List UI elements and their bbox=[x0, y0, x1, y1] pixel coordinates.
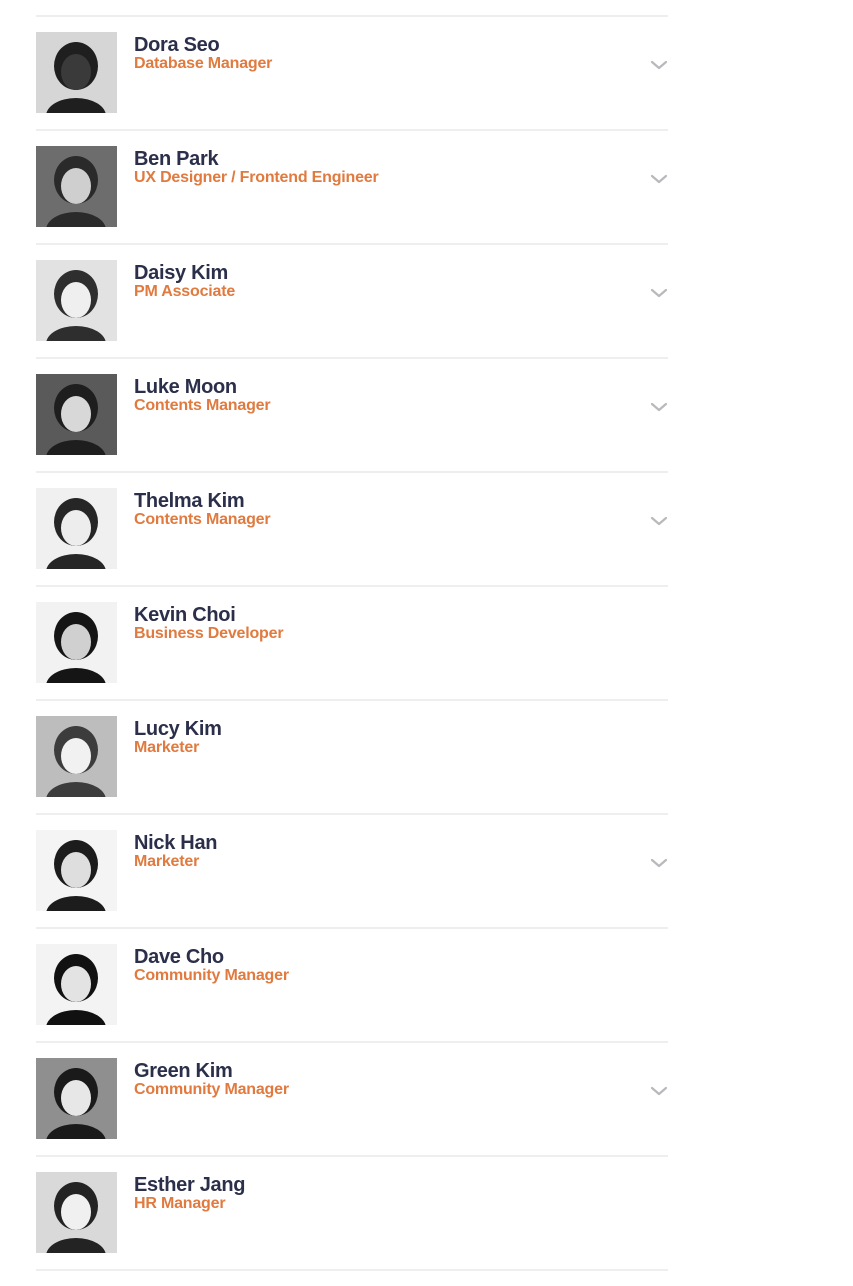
divider bbox=[36, 1269, 668, 1271]
divider bbox=[36, 813, 668, 815]
avatar bbox=[36, 488, 117, 569]
chevron-down-icon[interactable] bbox=[648, 855, 670, 871]
chevron-down-icon[interactable] bbox=[648, 513, 670, 529]
member-name: Luke Moon bbox=[134, 376, 237, 398]
member-name: Ben Park bbox=[134, 148, 219, 170]
avatar bbox=[36, 374, 117, 455]
member-name: Dora Seo bbox=[134, 34, 220, 56]
divider bbox=[36, 15, 668, 17]
divider bbox=[36, 1041, 668, 1043]
member-name: Green Kim bbox=[134, 1060, 233, 1082]
avatar bbox=[36, 32, 117, 113]
avatar bbox=[36, 1058, 117, 1139]
chevron-down-icon[interactable] bbox=[648, 399, 670, 415]
divider bbox=[36, 1155, 668, 1157]
chevron-down-icon[interactable] bbox=[648, 171, 670, 187]
divider bbox=[36, 243, 668, 245]
chevron-down-icon[interactable] bbox=[648, 57, 670, 73]
avatar bbox=[36, 602, 117, 683]
member-role: Contents Manager bbox=[134, 511, 271, 528]
member-name: Esther Jang bbox=[134, 1174, 246, 1196]
member-role: UX Designer / Frontend Engineer bbox=[134, 169, 379, 186]
avatar bbox=[36, 830, 117, 911]
member-name: Lucy Kim bbox=[134, 718, 222, 740]
divider bbox=[36, 129, 668, 131]
member-role: HR Manager bbox=[134, 1195, 226, 1212]
member-name: Thelma Kim bbox=[134, 490, 245, 512]
chevron-down-icon[interactable] bbox=[648, 1083, 670, 1099]
member-role: Contents Manager bbox=[134, 397, 271, 414]
team-list: Dora Seo Database Manager Ben Park UX De… bbox=[0, 0, 853, 1280]
avatar bbox=[36, 146, 117, 227]
member-role: Community Manager bbox=[134, 967, 289, 984]
avatar bbox=[36, 944, 117, 1025]
divider bbox=[36, 357, 668, 359]
divider bbox=[36, 927, 668, 929]
divider bbox=[36, 471, 668, 473]
member-role: Marketer bbox=[134, 739, 200, 756]
member-role: PM Associate bbox=[134, 283, 236, 300]
avatar bbox=[36, 716, 117, 797]
member-role: Marketer bbox=[134, 853, 200, 870]
chevron-down-icon[interactable] bbox=[648, 285, 670, 301]
member-role: Database Manager bbox=[134, 55, 273, 72]
member-role: Community Manager bbox=[134, 1081, 289, 1098]
avatar bbox=[36, 1172, 117, 1253]
member-role: Business Developer bbox=[134, 625, 284, 642]
member-name: Nick Han bbox=[134, 832, 218, 854]
divider bbox=[36, 585, 668, 587]
member-name: Kevin Choi bbox=[134, 604, 236, 626]
divider bbox=[36, 699, 668, 701]
avatar bbox=[36, 260, 117, 341]
member-name: Daisy Kim bbox=[134, 262, 229, 284]
member-name: Dave Cho bbox=[134, 946, 224, 968]
